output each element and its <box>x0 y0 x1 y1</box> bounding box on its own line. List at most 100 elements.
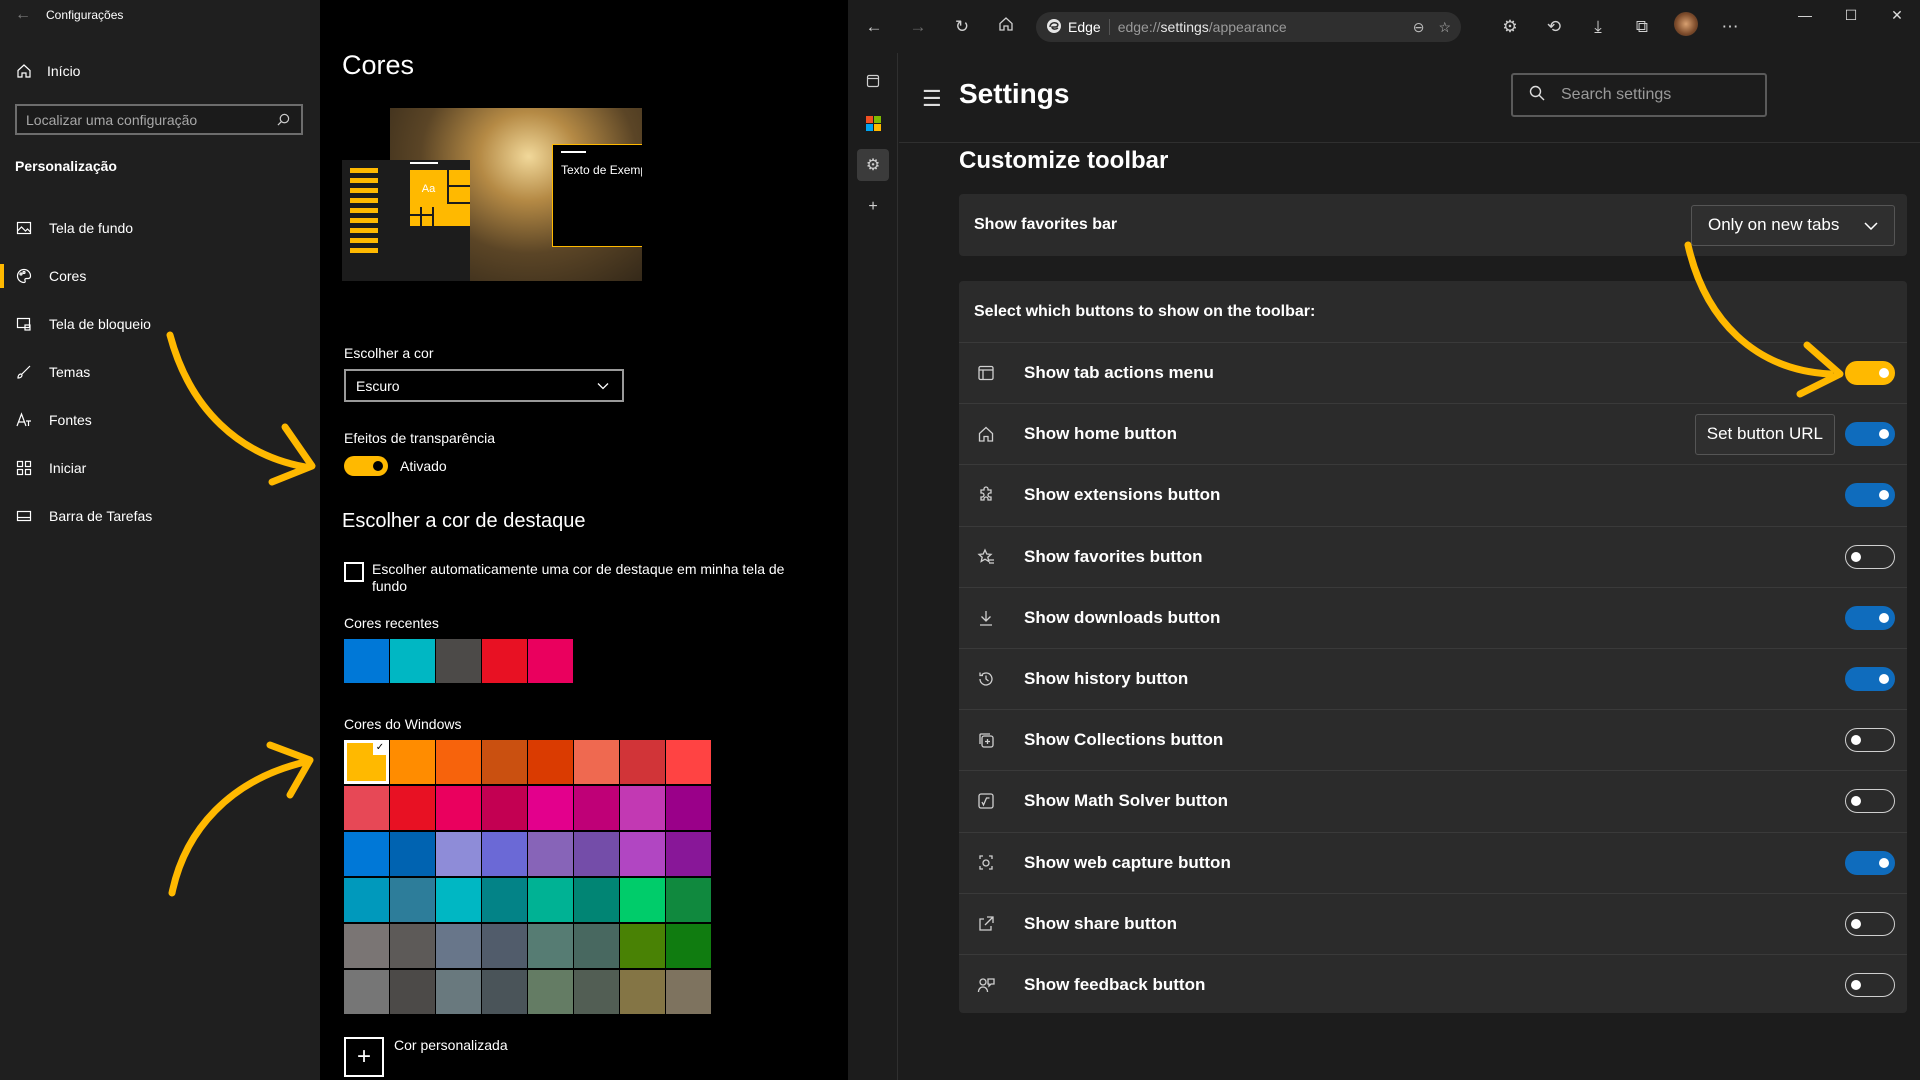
color-swatch[interactable] <box>574 832 619 876</box>
choose-color-select[interactable]: Escuro <box>344 369 624 402</box>
setting-toggle[interactable] <box>1845 973 1895 998</box>
recent-color-swatch[interactable] <box>344 639 389 683</box>
sidebar-item-cores[interactable]: Cores <box>0 252 320 300</box>
color-swatch[interactable] <box>620 970 665 1014</box>
color-swatch[interactable] <box>574 786 619 830</box>
color-swatch[interactable] <box>482 970 527 1014</box>
history-icon[interactable]: ⟲ <box>1532 17 1576 37</box>
add-favorite-icon[interactable]: ☆ <box>1438 19 1451 36</box>
zoom-out-icon[interactable]: ⊖ <box>1413 19 1425 36</box>
setting-toggle[interactable] <box>1845 850 1895 875</box>
transparency-toggle[interactable] <box>344 456 388 476</box>
color-swatch[interactable] <box>344 970 389 1014</box>
color-swatch[interactable] <box>528 924 573 968</box>
recent-color-swatch[interactable] <box>390 639 435 683</box>
color-swatch[interactable] <box>620 786 665 830</box>
more-icon[interactable]: ⋯ <box>1708 17 1752 37</box>
color-swatch[interactable] <box>436 878 481 922</box>
color-swatch[interactable] <box>574 970 619 1014</box>
forward-icon[interactable]: → <box>896 17 940 37</box>
color-swatch[interactable] <box>574 924 619 968</box>
sidebar-item-tela-de-bloqueio[interactable]: Tela de bloqueio <box>0 300 320 348</box>
setting-toggle[interactable] <box>1845 667 1895 692</box>
add-icon[interactable]: + <box>857 191 889 223</box>
close-icon[interactable]: ✕ <box>1874 0 1920 30</box>
refresh-icon[interactable]: ↻ <box>940 17 984 37</box>
recent-color-swatch[interactable] <box>436 639 481 683</box>
settings-search-input[interactable]: Search settings <box>1511 73 1767 117</box>
color-swatch[interactable] <box>666 970 711 1014</box>
color-swatch[interactable] <box>666 878 711 922</box>
setting-toggle[interactable] <box>1845 911 1895 936</box>
color-swatch[interactable] <box>436 924 481 968</box>
color-swatch[interactable] <box>482 832 527 876</box>
color-swatch[interactable] <box>436 786 481 830</box>
color-swatch[interactable] <box>666 832 711 876</box>
sidebar-item-barra-de-tarefas[interactable]: Barra de Tarefas <box>0 492 320 540</box>
web-capture-icon[interactable]: ⧉ <box>1620 17 1664 37</box>
color-swatch[interactable] <box>390 740 435 784</box>
color-swatch[interactable] <box>666 740 711 784</box>
setting-toggle[interactable] <box>1845 605 1895 630</box>
color-swatch[interactable] <box>528 786 573 830</box>
color-swatch[interactable] <box>528 832 573 876</box>
sidebar-item-fontes[interactable]: Fontes <box>0 396 320 444</box>
sidebar-item-temas[interactable]: Temas <box>0 348 320 396</box>
color-swatch[interactable] <box>528 878 573 922</box>
color-swatch[interactable] <box>344 878 389 922</box>
setting-toggle[interactable] <box>1845 728 1895 753</box>
color-swatch[interactable] <box>390 832 435 876</box>
color-swatch[interactable] <box>620 924 665 968</box>
color-swatch[interactable] <box>482 878 527 922</box>
extensions-icon[interactable]: ⚙ <box>1488 17 1532 37</box>
address-bar[interactable]: Edge edge://settings/appearance ⊖ ☆ <box>1036 12 1461 42</box>
settings-search-input[interactable]: Localizar uma configuração <box>15 104 303 135</box>
color-swatch[interactable] <box>390 970 435 1014</box>
menu-icon[interactable]: ☰ <box>922 86 942 112</box>
sidebar-item-tela-de-fundo[interactable]: Tela de fundo <box>0 204 320 252</box>
setting-toggle[interactable] <box>1845 422 1895 447</box>
color-swatch[interactable] <box>528 740 573 784</box>
color-swatch[interactable] <box>344 786 389 830</box>
home-link[interactable]: Início <box>15 62 80 80</box>
back-icon[interactable]: ← <box>852 17 896 37</box>
color-swatch[interactable] <box>344 740 389 784</box>
tab-actions-icon[interactable] <box>857 65 889 97</box>
color-swatch[interactable] <box>620 740 665 784</box>
home-icon[interactable] <box>984 16 1028 37</box>
color-swatch[interactable] <box>666 924 711 968</box>
minimize-icon[interactable]: — <box>1782 0 1828 30</box>
color-swatch[interactable] <box>390 786 435 830</box>
favorites-bar-dropdown[interactable]: Only on new tabs <box>1691 204 1895 246</box>
color-swatch[interactable] <box>574 878 619 922</box>
setting-toggle[interactable] <box>1845 544 1895 569</box>
recent-color-swatch[interactable] <box>528 639 573 683</box>
microsoft-logo-icon[interactable] <box>857 107 889 139</box>
set-button-url-button[interactable]: Set button URL <box>1694 413 1835 455</box>
color-swatch[interactable] <box>666 786 711 830</box>
color-swatch[interactable] <box>436 970 481 1014</box>
back-arrow-icon[interactable]: ← <box>0 6 46 24</box>
color-swatch[interactable] <box>436 832 481 876</box>
recent-color-swatch[interactable] <box>482 639 527 683</box>
setting-toggle[interactable] <box>1845 483 1895 508</box>
maximize-icon[interactable]: ☐ <box>1828 0 1874 30</box>
color-swatch[interactable] <box>390 924 435 968</box>
color-swatch[interactable] <box>482 740 527 784</box>
sidebar-item-iniciar[interactable]: Iniciar <box>0 444 320 492</box>
custom-color-button[interactable]: + <box>344 1037 384 1077</box>
profile-avatar[interactable] <box>1664 12 1708 41</box>
color-swatch[interactable] <box>620 832 665 876</box>
color-swatch[interactable] <box>436 740 481 784</box>
color-swatch[interactable] <box>390 878 435 922</box>
downloads-icon[interactable]: ⤓ <box>1576 17 1620 37</box>
color-swatch[interactable] <box>482 924 527 968</box>
settings-gear-icon[interactable]: ⚙ <box>857 149 889 181</box>
color-swatch[interactable] <box>620 878 665 922</box>
color-swatch[interactable] <box>344 924 389 968</box>
color-swatch[interactable] <box>482 786 527 830</box>
setting-toggle[interactable] <box>1845 789 1895 814</box>
color-swatch[interactable] <box>528 970 573 1014</box>
setting-toggle[interactable] <box>1845 361 1895 386</box>
auto-accent-checkbox[interactable] <box>344 562 364 582</box>
